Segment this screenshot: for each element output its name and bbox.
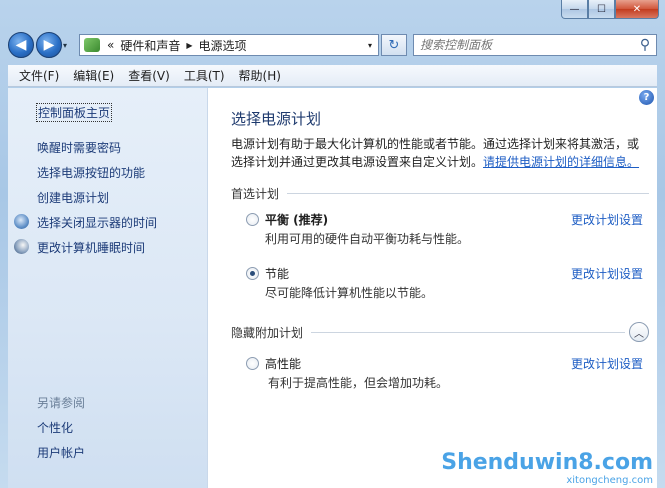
plan-balanced-radio[interactable] [246,213,259,226]
plan-power-saver-description: 尽可能降低计算机性能以节能。 [265,286,434,300]
search-input[interactable] [420,38,634,52]
page-title: 选择电源计划 [231,110,322,128]
search-icon[interactable]: ⚲ [634,37,656,53]
minimize-button[interactable]: — [561,0,588,19]
plan-high-performance-radio[interactable] [246,357,259,370]
menu-bar: 文件(F) 编辑(E) 查看(V) 工具(T) 帮助(H) [8,65,657,87]
control-panel-window: — ☐ ✕ ◀ ▶ ▾ « 硬件和声音 ▶ 电源选项 ▾ ↻ ⚲ 文件(F) 编… [0,0,665,488]
plan-balanced-description: 利用可用的硬件自动平衡功耗与性能。 [265,232,470,246]
preferred-plans-heading: 首选计划 [231,187,280,201]
watermark-sub-text: xitongcheng.com [566,475,653,486]
hidden-plans-heading: 隐藏附加计划 [231,325,304,340]
breadcrumb-hardware-and-sound[interactable]: 硬件和声音 [120,37,180,54]
control-panel-icon [84,38,100,52]
site-watermark: Shenduwin8.com xitongcheng.com [441,450,653,486]
address-bar[interactable]: « 硬件和声音 ▶ 电源选项 ▾ [79,34,379,56]
forward-button[interactable]: ▶ [36,32,62,58]
menu-edit[interactable]: 编辑(E) [66,67,121,84]
forward-arrow-icon: ▶ [43,37,55,53]
collapse-chevron-icon[interactable]: ︿ [629,322,649,342]
plan-power-saver-change-settings-link[interactable]: 更改计划设置 [571,265,643,282]
sidebar-personalization[interactable]: 个性化 [37,419,73,436]
sidebar-control-panel-home[interactable]: 控制面板主页 [36,103,113,122]
search-box[interactable]: ⚲ [413,34,657,56]
sidebar-choose-display-off-time[interactable]: 选择关闭显示器的时间 [37,214,157,231]
section-divider [311,331,625,333]
sidebar-change-sleep-time[interactable]: 更改计算机睡眠时间 [37,239,145,256]
sidebar-user-accounts[interactable]: 用户帐户 [37,444,85,461]
see-also-heading: 另请参阅 [37,396,86,410]
content-area: 控制面板主页 唤醒时需要密码 选择电源按钮的功能 创建电源计划 选择关闭显示器的… [8,88,657,488]
breadcrumb-separator-icon[interactable]: ▶ [186,41,192,50]
maximize-button[interactable]: ☐ [588,0,615,19]
navigation-bar: ◀ ▶ ▾ « 硬件和声音 ▶ 电源选项 ▾ ↻ ⚲ [8,30,657,60]
sidebar-choose-power-buttons[interactable]: 选择电源按钮的功能 [37,164,145,181]
address-dropdown-icon[interactable]: ▾ [362,41,378,50]
back-arrow-icon: ◀ [15,37,27,53]
display-off-icon [14,214,29,229]
refresh-button[interactable]: ↻ [381,34,407,56]
menu-tools[interactable]: 工具(T) [177,67,232,84]
sidebar: 控制面板主页 唤醒时需要密码 选择电源按钮的功能 创建电源计划 选择关闭显示器的… [8,88,208,488]
sidebar-require-password-on-wakeup[interactable]: 唤醒时需要密码 [37,139,121,156]
plan-high-performance-change-settings-link[interactable]: 更改计划设置 [571,355,643,372]
plan-balanced-change-settings-link[interactable]: 更改计划设置 [571,211,643,228]
sidebar-create-power-plan[interactable]: 创建电源计划 [37,189,109,206]
hidden-plans-header: 隐藏附加计划 ︿ [231,322,649,342]
section-divider [287,193,649,194]
plan-high-performance-name[interactable]: 高性能 [265,355,301,372]
sleep-moon-icon [14,239,29,254]
plan-power-saver-radio[interactable] [246,267,259,280]
page-description: 电源计划有助于最大化计算机的性能或者节能。通过选择计划来将其激活，或选择计划并通… [231,135,646,171]
power-plan-info-link[interactable]: 请提供电源计划的详细信息。 [483,155,639,169]
menu-file[interactable]: 文件(F) [12,67,66,84]
close-button[interactable]: ✕ [615,0,659,19]
menu-view[interactable]: 查看(V) [121,67,177,84]
window-caption-buttons: — ☐ ✕ [561,0,659,19]
breadcrumb-power-options[interactable]: 电源选项 [199,37,247,54]
menu-help[interactable]: 帮助(H) [232,67,288,84]
breadcrumb-overflow[interactable]: « [107,38,114,52]
help-icon[interactable]: ? [639,90,654,105]
plan-power-saver-name[interactable]: 节能 [265,265,289,282]
refresh-icon: ↻ [388,37,400,53]
plan-high-performance-description: 有利于提高性能，但会增加功耗。 [268,376,449,390]
main-panel: ? 选择电源计划 电源计划有助于最大化计算机的性能或者节能。通过选择计划来将其激… [208,88,657,488]
plan-balanced-name[interactable]: 平衡 (推荐) [265,211,328,228]
preferred-plans-header: 首选计划 [231,185,649,202]
back-button[interactable]: ◀ [8,32,34,58]
watermark-main-text: Shenduwin8.com [441,450,653,475]
recent-pages-dropdown[interactable]: ▾ [63,41,73,50]
